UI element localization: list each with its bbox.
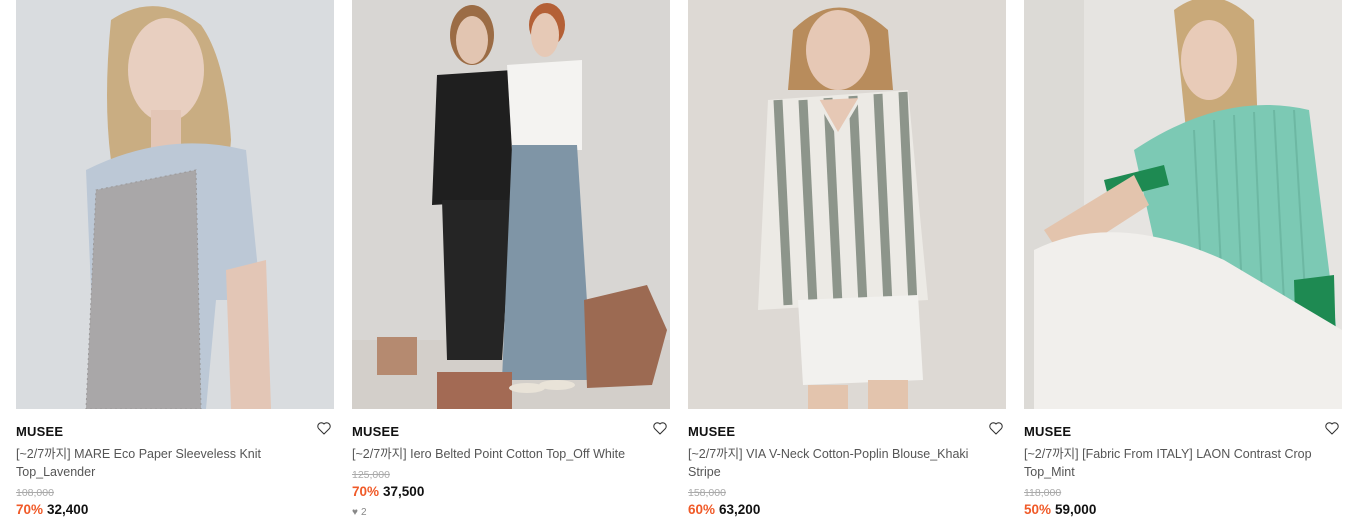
original-price: 108,000 bbox=[16, 487, 54, 499]
model-photo bbox=[1024, 0, 1342, 409]
product-title[interactable]: [~2/7까지] VIA V-Neck Cotton-Poplin Blouse… bbox=[688, 445, 988, 481]
brand-name[interactable]: MUSEE bbox=[688, 424, 735, 439]
model-photo bbox=[688, 0, 1006, 409]
sale-price: 59,000 bbox=[1055, 502, 1097, 517]
product-image[interactable] bbox=[1024, 0, 1342, 409]
price-row: 60% 63,200 bbox=[688, 502, 1006, 517]
original-price: 125,000 bbox=[352, 469, 390, 481]
product-card[interactable]: MUSEE [~2/7까지] VIA V-Neck Cotton-Poplin … bbox=[688, 0, 1006, 517]
price-row: 50% 59,000 bbox=[1024, 502, 1342, 517]
product-image[interactable] bbox=[16, 0, 334, 409]
original-price: 118,000 bbox=[1024, 487, 1062, 499]
brand-name[interactable]: MUSEE bbox=[352, 424, 399, 439]
discount-rate: 60% bbox=[688, 502, 716, 517]
wishlist-heart-icon[interactable] bbox=[652, 420, 668, 436]
like-count: ♥ 2 bbox=[352, 507, 670, 518]
discount-rate: 50% bbox=[1024, 502, 1052, 517]
brand-name[interactable]: MUSEE bbox=[16, 424, 63, 439]
discount-rate: 70% bbox=[16, 502, 44, 517]
product-title[interactable]: [~2/7까지] MARE Eco Paper Sleeveless Knit … bbox=[16, 445, 316, 481]
model-photo bbox=[352, 0, 670, 409]
heart-filled-icon: ♥ bbox=[352, 507, 358, 518]
product-title[interactable]: [~2/7까지] Iero Belted Point Cotton Top_Of… bbox=[352, 445, 652, 463]
model-photo bbox=[16, 0, 334, 409]
product-card[interactable]: MUSEE [~2/7까지] Iero Belted Point Cotton … bbox=[352, 0, 670, 518]
product-image[interactable] bbox=[352, 0, 670, 409]
sale-price: 63,200 bbox=[719, 502, 761, 517]
discount-rate: 70% bbox=[352, 484, 380, 499]
product-card[interactable]: MUSEE [~2/7까지] [Fabric From ITALY] LAON … bbox=[1024, 0, 1342, 517]
price-row: 70% 32,400 bbox=[16, 502, 334, 517]
wishlist-heart-icon[interactable] bbox=[1324, 420, 1340, 436]
product-title[interactable]: [~2/7까지] [Fabric From ITALY] LAON Contra… bbox=[1024, 445, 1324, 481]
product-grid: MUSEE [~2/7까지] MARE Eco Paper Sleeveless… bbox=[0, 0, 1347, 526]
product-card[interactable]: MUSEE [~2/7까지] MARE Eco Paper Sleeveless… bbox=[16, 0, 334, 517]
product-image[interactable] bbox=[688, 0, 1006, 409]
price-row: 70% 37,500 bbox=[352, 484, 670, 499]
brand-name[interactable]: MUSEE bbox=[1024, 424, 1071, 439]
wishlist-heart-icon[interactable] bbox=[988, 420, 1004, 436]
sale-price: 37,500 bbox=[383, 484, 425, 499]
like-count-value: 2 bbox=[360, 507, 367, 518]
original-price: 158,000 bbox=[688, 487, 726, 499]
sale-price: 32,400 bbox=[47, 502, 89, 517]
wishlist-heart-icon[interactable] bbox=[316, 420, 332, 436]
